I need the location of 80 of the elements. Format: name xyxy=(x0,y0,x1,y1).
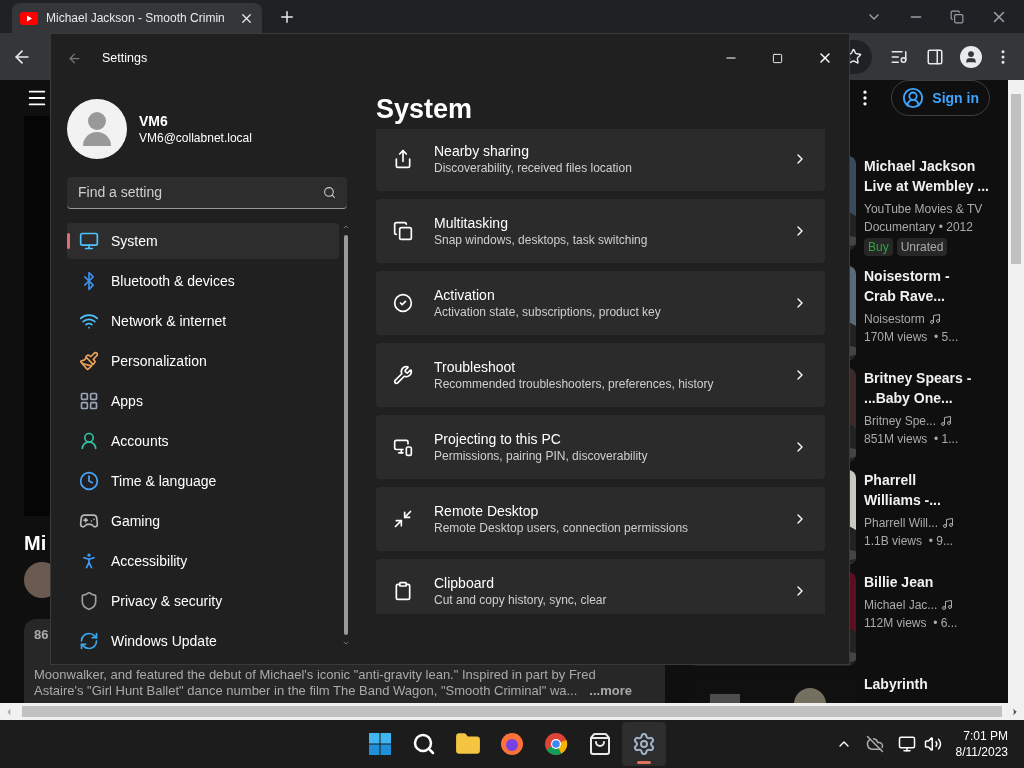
video-title[interactable]: Labyrinth xyxy=(864,674,928,694)
video-meta: 170M views • 5... xyxy=(864,329,959,346)
card-title: Multitasking xyxy=(434,214,509,232)
window-title: Settings xyxy=(102,49,148,67)
video-title[interactable]: Billie Jean xyxy=(864,572,958,592)
nav-label: Accessibility xyxy=(111,551,188,571)
nav-label: Bluetooth & devices xyxy=(111,271,235,291)
video-title[interactable]: Michael Jackson xyxy=(864,156,989,176)
card-title: Activation xyxy=(434,286,496,304)
video-meta: 1.1B views • 9... xyxy=(864,533,954,550)
card-subtitle: Permissions, pairing PIN, discoverability xyxy=(434,448,649,464)
tab-title: Michael Jackson - Smooth Crimin xyxy=(46,10,226,27)
user-name: VM6 xyxy=(139,112,169,130)
card-subtitle: Discoverability, received files location xyxy=(434,160,633,176)
nav-label: Personalization xyxy=(111,351,207,371)
description-text: Moonwalker, and featured the debut of Michael's iconic "anti-gravity lean." Inspired in part by Fred xyxy=(34,667,597,683)
user-email: VM6@collabnet.local xyxy=(139,130,252,146)
video-title[interactable]: Britney Spears - xyxy=(864,368,972,388)
channel-name: YouTube Movies & TV xyxy=(864,201,983,218)
video-title: Mi xyxy=(24,531,47,556)
video-meta: 112M views • 6... xyxy=(864,615,958,632)
nav-item[interactable]: Accounts xyxy=(67,423,339,459)
nav-item[interactable]: Gaming xyxy=(67,503,339,539)
card-subtitle: Activation state, subscriptions, product key xyxy=(434,304,662,320)
settings-card[interactable]: Remote Desktop Remote Desktop users, connection permissions xyxy=(376,487,825,551)
settings-card[interactable]: Activation Activation state, subscriptions, product key xyxy=(376,271,825,335)
nav-item[interactable]: Time & language xyxy=(67,463,339,499)
card-title: Clipboard xyxy=(434,574,495,592)
video-meta: Documentary • 2012 xyxy=(864,219,974,236)
nav-label: Time & language xyxy=(111,471,217,491)
nav-item[interactable]: Privacy & security xyxy=(67,583,339,619)
video-meta: 851M views • 1... xyxy=(864,431,960,448)
more-link[interactable]: ...more xyxy=(589,683,632,699)
channel-name: Noisestorm xyxy=(864,311,925,328)
channel-name: Michael Jac... xyxy=(864,597,938,614)
nav-label: System xyxy=(111,231,158,251)
search-placeholder: Find a setting xyxy=(78,183,164,202)
nav-label: Windows Update xyxy=(111,631,217,651)
nav-item[interactable]: Bluetooth & devices xyxy=(67,263,339,299)
nav-label: Apps xyxy=(111,391,143,411)
nav-item[interactable]: Apps xyxy=(67,383,339,419)
video-title[interactable]: Crab Rave... xyxy=(864,286,959,306)
settings-card[interactable]: Projecting to this PC Permissions, pairing PIN, discoverability xyxy=(376,415,825,479)
badge: Buy xyxy=(864,238,893,256)
channel-name: Britney Spe... xyxy=(864,413,937,430)
browser-tab[interactable]: Michael Jackson - Smooth Crimin xyxy=(12,3,262,33)
card-title: Projecting to this PC xyxy=(434,430,562,448)
settings-card[interactable]: Multitasking Snap windows, desktops, task switching xyxy=(376,199,825,263)
channel-name: Pharrell Will... xyxy=(864,515,938,532)
card-subtitle: Remote Desktop users, connection permissions xyxy=(434,520,690,536)
clock-date[interactable]: 8/11/2023 xyxy=(955,744,1008,760)
nav-label: Privacy & security xyxy=(111,591,223,611)
card-title: Remote Desktop xyxy=(434,502,540,520)
nav-label: Network & internet xyxy=(111,311,227,331)
badge: Unrated xyxy=(896,238,948,256)
description-text: Astaire's "Girl Hunt Ballet" dance number in the film The Band Wagon, "Smooth Criminal" wa... xyxy=(34,683,578,699)
clock-time[interactable]: 7:01 PM xyxy=(963,728,1008,744)
nav-label: Accounts xyxy=(111,431,169,451)
video-title[interactable]: Williams -... xyxy=(864,490,954,510)
search-field[interactable]: Find a setting xyxy=(67,177,347,209)
video-title[interactable]: ...Baby One... xyxy=(864,388,972,408)
nav-item[interactable]: Accessibility xyxy=(67,543,339,579)
view-count: 86 xyxy=(34,627,49,643)
settings-card[interactable]: Nearby sharing Discoverability, received files location xyxy=(376,129,825,191)
nav-label: Gaming xyxy=(111,511,161,531)
card-subtitle: Snap windows, desktops, task switching xyxy=(434,232,649,248)
video-title[interactable]: Noisestorm - xyxy=(864,266,959,286)
video-title[interactable]: Live at Wembley ... xyxy=(864,176,989,196)
card-subtitle: Cut and copy history, sync, clear xyxy=(434,592,608,608)
card-title: Nearby sharing xyxy=(434,142,530,160)
card-title: Troubleshoot xyxy=(434,358,517,376)
nav-item[interactable]: Windows Update xyxy=(67,623,339,659)
nav-item[interactable]: System xyxy=(67,223,339,259)
card-subtitle: Recommended troubleshooters, preferences, history xyxy=(434,376,715,392)
settings-card[interactable]: Troubleshoot Recommended troubleshooters, preferences, history xyxy=(376,343,825,407)
nav-item[interactable]: Personalization xyxy=(67,343,339,379)
nav-item[interactable]: Network & internet xyxy=(67,303,339,339)
settings-card[interactable]: Clipboard Cut and copy history, sync, clear xyxy=(376,559,825,614)
video-title[interactable]: Pharrell xyxy=(864,470,954,490)
page-heading: System xyxy=(376,93,474,126)
